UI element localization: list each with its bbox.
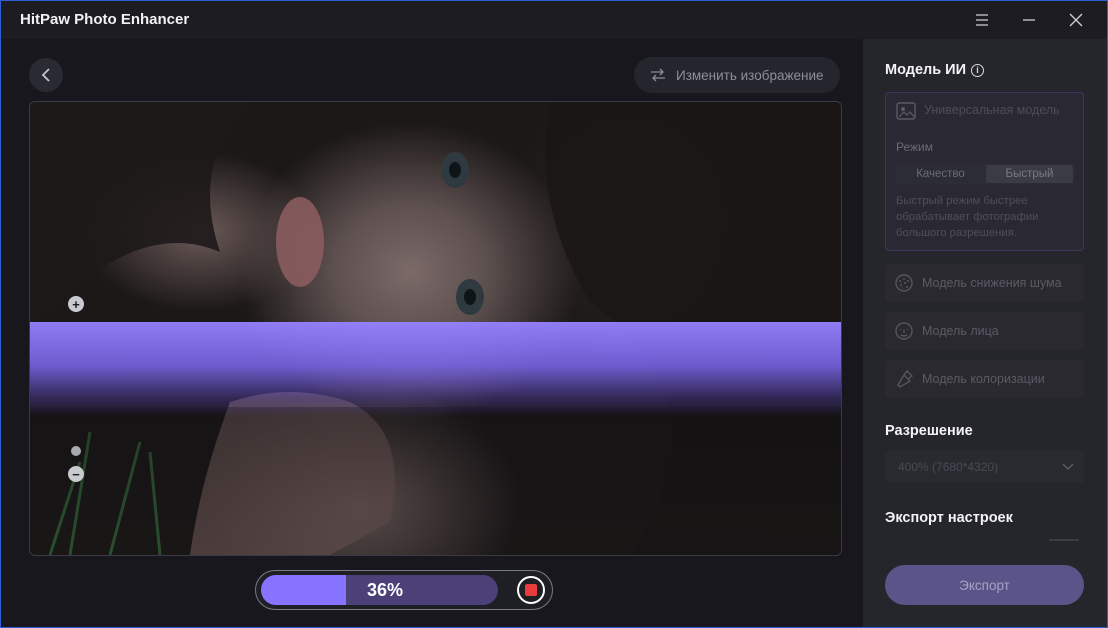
- settings-panel: Модель ИИ i Универсальная модель Режим Ка…: [863, 39, 1107, 627]
- close-icon[interactable]: [1061, 7, 1091, 33]
- mode-quality-option[interactable]: Качество: [898, 165, 983, 183]
- app-title: HitPaw Photo Enhancer: [20, 11, 190, 28]
- export-button[interactable]: Экспорт: [885, 565, 1084, 605]
- face-model-label: Модель лица: [922, 324, 999, 338]
- denoise-model-label: Модель снижения шума: [922, 276, 1062, 290]
- stop-icon: [525, 584, 537, 596]
- zoom-in-button[interactable]: +: [68, 296, 84, 312]
- ai-model-heading: Модель ИИ i: [885, 62, 985, 78]
- colorize-model-label: Модель колоризации: [922, 372, 1045, 386]
- progress-percent: 36%: [366, 580, 404, 600]
- unprocessed-shade: [30, 407, 841, 555]
- processing-scan-band: [30, 322, 841, 417]
- export-settings-heading: Экспорт настроек: [885, 510, 1013, 526]
- change-image-button[interactable]: Изменить изображение: [634, 57, 840, 93]
- image-preview[interactable]: + −: [29, 101, 842, 556]
- chevron-down-icon: [1062, 463, 1074, 471]
- colorize-model-option[interactable]: Модель колоризации: [885, 360, 1084, 398]
- denoise-icon: [895, 274, 913, 292]
- mode-fast-option[interactable]: Быстрый: [986, 165, 1073, 183]
- image-icon: [896, 102, 916, 120]
- mode-description: Быстрый режим быстрее обрабатывает фотог…: [896, 195, 1039, 239]
- info-icon[interactable]: i: [971, 63, 985, 77]
- progress-fill: [261, 575, 347, 605]
- resolution-select[interactable]: 400% (7680*4320): [885, 451, 1084, 483]
- progress-control: 36%: [255, 570, 553, 610]
- colorize-icon: [897, 369, 914, 388]
- denoise-model-option[interactable]: Модель снижения шума: [885, 264, 1084, 302]
- stop-button[interactable]: [517, 576, 545, 604]
- back-button[interactable]: [29, 58, 63, 92]
- zoom-out-button[interactable]: −: [68, 466, 84, 482]
- face-icon: [895, 322, 913, 340]
- ai-model-title: Модель ИИ: [885, 62, 967, 78]
- title-bar: HitPaw Photo Enhancer: [1, 1, 1107, 39]
- change-image-label: Изменить изображение: [676, 67, 824, 83]
- resolution-heading: Разрешение: [885, 423, 973, 439]
- resolution-value: 400% (7680*4320): [898, 460, 999, 474]
- export-settings-toggle[interactable]: [1049, 539, 1079, 541]
- mode-label: Режим: [896, 140, 933, 154]
- general-model-label: Универсальная модель: [924, 103, 1060, 117]
- minimize-icon[interactable]: [1014, 7, 1044, 33]
- app-window: HitPaw Photo Enhancer Изменить изображен…: [0, 0, 1108, 628]
- general-model-card[interactable]: Универсальная модель Режим Качество Быст…: [885, 92, 1084, 251]
- zoom-slider-handle[interactable]: [71, 446, 81, 456]
- menu-icon[interactable]: [967, 7, 997, 33]
- face-model-option[interactable]: Модель лица: [885, 312, 1084, 350]
- swap-icon: [651, 68, 665, 82]
- chevron-left-icon: [41, 68, 50, 82]
- progress-bar: 36%: [261, 575, 498, 605]
- mode-segmented-control: Качество Быстрый: [896, 163, 1075, 185]
- main-area: Изменить изображение + − 36%: [1, 39, 863, 627]
